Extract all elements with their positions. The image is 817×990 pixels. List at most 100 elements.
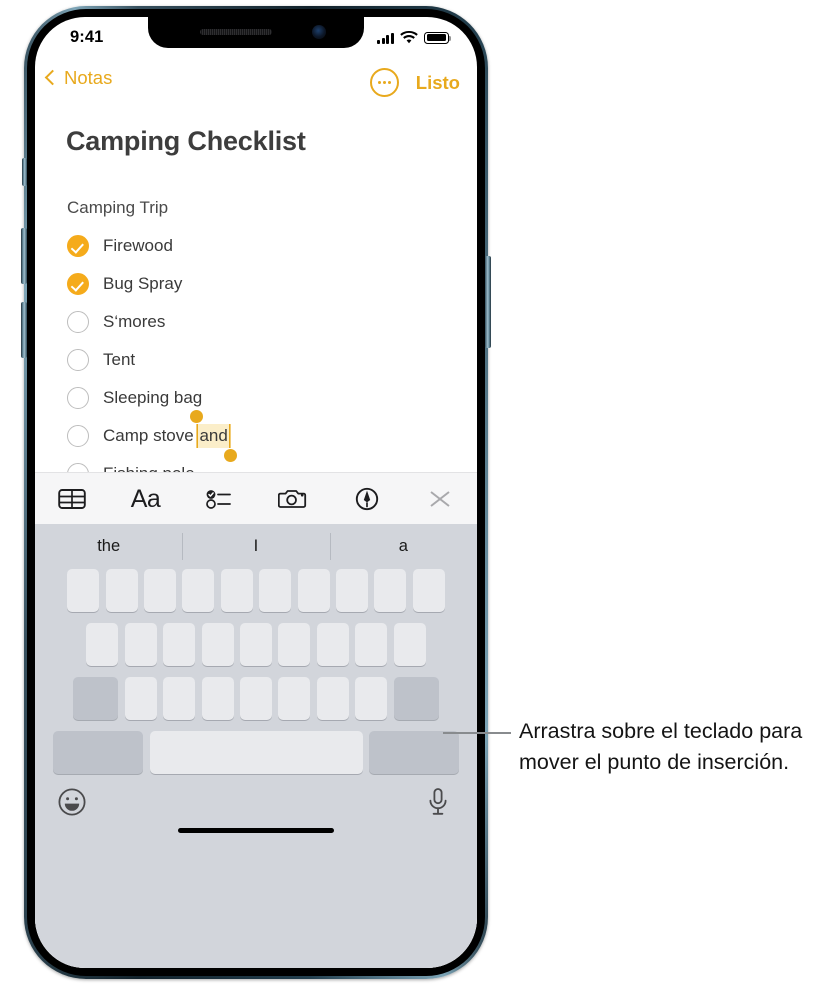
key-blank[interactable] bbox=[374, 569, 407, 612]
battery-full-icon bbox=[424, 31, 452, 44]
checklist-icon[interactable] bbox=[182, 473, 256, 525]
list-item-label: Bug Spray bbox=[103, 274, 183, 293]
close-icon[interactable] bbox=[403, 473, 477, 525]
back-label: Notas bbox=[64, 67, 113, 88]
key-blank[interactable] bbox=[316, 623, 349, 666]
chevron-left-icon bbox=[44, 69, 61, 86]
list-item-text: Camp stove bbox=[103, 426, 199, 445]
volume-up-button[interactable] bbox=[21, 228, 27, 284]
prediction-divider bbox=[329, 533, 331, 560]
key-blank[interactable] bbox=[240, 623, 272, 666]
nav-bar-actions: Listo bbox=[369, 68, 460, 97]
list-item-label: S‘mores bbox=[103, 312, 166, 331]
notch bbox=[148, 17, 364, 48]
list-item[interactable]: Bug Spray bbox=[67, 265, 457, 303]
screenshot-root: 9:41 Notas Listo Camping Checklist Campi… bbox=[0, 0, 817, 990]
page-title: Camping Checklist bbox=[66, 126, 306, 156]
key-blank[interactable] bbox=[220, 569, 253, 612]
list-item-label: Sleeping bag bbox=[103, 388, 203, 407]
key-blank[interactable] bbox=[240, 677, 272, 720]
nav-bar: Notas Listo bbox=[35, 61, 477, 105]
checklist: Firewood Bug Spray S‘mores Tent Sleeping… bbox=[67, 227, 457, 493]
key-blank[interactable] bbox=[335, 569, 368, 612]
checkbox-unchecked-icon[interactable] bbox=[67, 311, 89, 333]
key-blank[interactable] bbox=[278, 677, 311, 720]
checkbox-checked-icon[interactable] bbox=[67, 273, 89, 295]
key-blank[interactable] bbox=[144, 569, 177, 612]
key-blank[interactable] bbox=[86, 623, 119, 666]
prediction-the[interactable]: the bbox=[35, 524, 182, 569]
checkbox-unchecked-icon[interactable] bbox=[67, 425, 89, 447]
key-blank[interactable] bbox=[163, 677, 196, 720]
cellular-bars-icon bbox=[377, 32, 394, 44]
numbers-key[interactable] bbox=[53, 731, 144, 774]
status-time: 9:41 bbox=[70, 28, 104, 46]
silent-switch-button[interactable] bbox=[22, 158, 27, 186]
iphone-device-frame: 9:41 Notas Listo Camping Checklist Campi… bbox=[21, 6, 491, 979]
keyboard-row-1 bbox=[35, 569, 477, 612]
selection-handle-start[interactable] bbox=[190, 410, 204, 423]
checkbox-unchecked-icon[interactable] bbox=[67, 387, 89, 409]
key-blank[interactable] bbox=[278, 623, 311, 666]
list-item[interactable]: Sleeping bag bbox=[67, 379, 457, 417]
key-blank[interactable] bbox=[105, 569, 138, 612]
list-item-label: Camp stove and bbox=[103, 410, 237, 462]
format-toolbar: Aa bbox=[35, 472, 477, 525]
camera-icon[interactable] bbox=[256, 473, 330, 525]
key-blank[interactable] bbox=[316, 677, 349, 720]
shift-key[interactable] bbox=[73, 677, 119, 720]
software-keyboard: the I a bbox=[35, 524, 477, 968]
prediction-i[interactable]: I bbox=[182, 524, 329, 569]
key-blank[interactable] bbox=[67, 569, 100, 612]
list-item-label: Firewood bbox=[103, 236, 173, 255]
checkbox-unchecked-icon[interactable] bbox=[67, 349, 89, 371]
table-icon[interactable] bbox=[35, 473, 109, 525]
key-blank[interactable] bbox=[412, 569, 445, 612]
microphone-icon[interactable] bbox=[425, 787, 451, 822]
note-subtitle: Camping Trip bbox=[67, 198, 169, 217]
back-to-notas-button[interactable]: Notas bbox=[44, 67, 113, 89]
emoji-smiley-icon[interactable] bbox=[57, 787, 87, 822]
list-item-with-selection[interactable]: Camp stove and bbox=[67, 410, 457, 462]
keyboard-bottom-row bbox=[35, 785, 477, 841]
home-indicator[interactable] bbox=[178, 828, 334, 833]
keyboard-row-4 bbox=[35, 731, 477, 774]
keyboard-row-3 bbox=[35, 677, 477, 720]
markup-pen-icon[interactable] bbox=[330, 473, 404, 525]
key-blank[interactable] bbox=[163, 623, 196, 666]
key-blank[interactable] bbox=[124, 623, 157, 666]
key-blank[interactable] bbox=[355, 677, 388, 720]
list-item[interactable]: S‘mores bbox=[67, 303, 457, 341]
list-item-label: Tent bbox=[103, 350, 136, 369]
done-button[interactable]: Listo bbox=[416, 72, 460, 94]
list-item[interactable]: Firewood bbox=[67, 227, 457, 265]
text-format-icon[interactable]: Aa bbox=[109, 473, 183, 525]
key-blank[interactable] bbox=[201, 623, 234, 666]
callout-leader-line bbox=[443, 732, 511, 734]
device-screen: 9:41 Notas Listo Camping Checklist Campi… bbox=[35, 17, 477, 968]
key-blank[interactable] bbox=[182, 569, 215, 612]
prediction-a[interactable]: a bbox=[330, 524, 477, 569]
more-ellipsis-circle-icon[interactable] bbox=[369, 68, 399, 97]
key-blank[interactable] bbox=[259, 569, 292, 612]
list-item[interactable]: Tent bbox=[67, 341, 457, 379]
predictive-text-bar: the I a bbox=[35, 524, 477, 569]
key-blank[interactable] bbox=[355, 623, 388, 666]
return-key[interactable] bbox=[368, 731, 459, 774]
key-blank[interactable] bbox=[201, 677, 234, 720]
space-key[interactable] bbox=[149, 731, 363, 774]
wifi-icon bbox=[400, 31, 418, 44]
selected-text-range[interactable]: and bbox=[190, 410, 237, 462]
prediction-divider bbox=[182, 533, 184, 560]
keyboard-row-2 bbox=[35, 623, 477, 666]
delete-key[interactable] bbox=[393, 677, 439, 720]
earpiece-speaker-icon bbox=[200, 29, 272, 35]
text-format-label: Aa bbox=[130, 484, 161, 513]
power-button[interactable] bbox=[485, 256, 491, 348]
key-blank[interactable] bbox=[124, 677, 157, 720]
front-camera-icon bbox=[312, 25, 326, 39]
key-blank[interactable] bbox=[297, 569, 330, 612]
checkbox-checked-icon[interactable] bbox=[67, 235, 89, 257]
volume-down-button[interactable] bbox=[21, 302, 27, 358]
key-blank[interactable] bbox=[393, 623, 426, 666]
